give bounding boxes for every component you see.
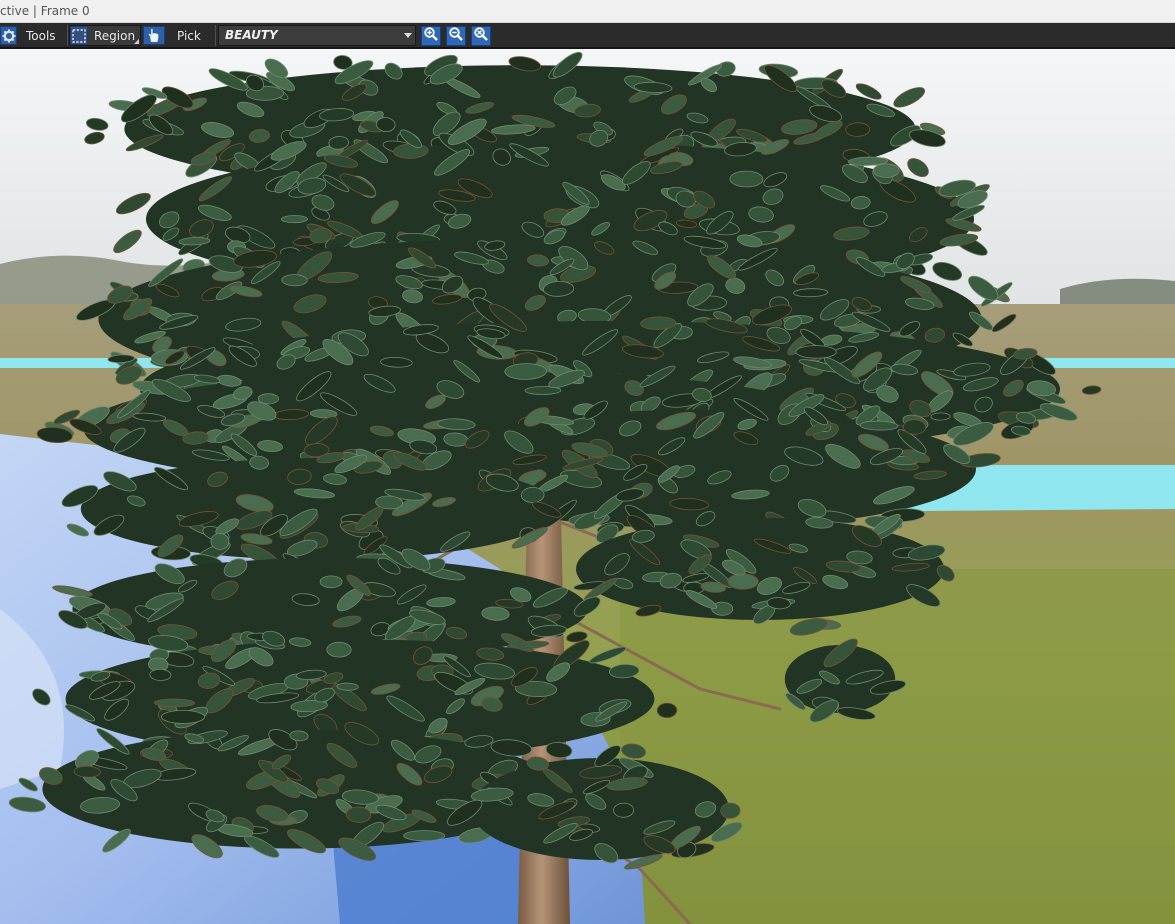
pick-button[interactable]: Pick (143, 25, 213, 46)
title-bar: ctive | Frame 0 (0, 0, 1175, 23)
gear-icon (0, 26, 17, 45)
needle-cluster (873, 163, 900, 178)
toolbar-divider (215, 25, 216, 46)
zoom-out-icon (448, 26, 464, 46)
needle-cluster (729, 170, 764, 188)
needle-cluster (845, 122, 871, 137)
render-pass-value: BEAUTY (225, 28, 278, 42)
zoom-in-button[interactable] (421, 26, 441, 46)
region-button[interactable]: Region (69, 25, 141, 46)
needle-cluster (281, 274, 308, 287)
render-toolbar: Tools Region Pick BEAUTY (0, 23, 1175, 49)
needle-cluster (504, 363, 547, 380)
needle-cluster (795, 345, 837, 359)
window-title: ctive | Frame 0 (0, 4, 90, 18)
tools-button[interactable]: Tools (0, 25, 66, 46)
needle-cluster (902, 419, 927, 435)
tools-label: Tools (26, 28, 56, 43)
zoom-in-icon (423, 26, 439, 46)
region-select-icon (70, 26, 88, 45)
needle-cluster (520, 486, 545, 504)
needle-cluster (153, 698, 196, 708)
zoom-reset-icon (473, 26, 489, 46)
needle-cluster (319, 575, 343, 589)
pick-label: Pick (177, 28, 201, 43)
needle-cluster (336, 682, 359, 691)
render-viewport[interactable] (0, 49, 1175, 924)
needle-cluster (613, 802, 635, 818)
region-dropdown-marker (134, 39, 139, 44)
needle-cluster (326, 641, 352, 658)
rendered-image (0, 49, 1175, 924)
needle-cluster (403, 830, 446, 842)
toolbar-divider (67, 25, 68, 46)
needle-cluster (930, 412, 951, 421)
needle-cluster (656, 702, 678, 719)
zoom-reset-button[interactable] (471, 26, 491, 46)
zoom-out-button[interactable] (446, 26, 466, 46)
render-pass-select[interactable]: BEAUTY (218, 25, 416, 46)
needle-cluster (727, 573, 759, 590)
hand-pointer-icon (143, 26, 165, 45)
needle-cluster (161, 709, 205, 724)
needle-cluster (280, 215, 308, 224)
chevron-down-icon (401, 26, 415, 45)
